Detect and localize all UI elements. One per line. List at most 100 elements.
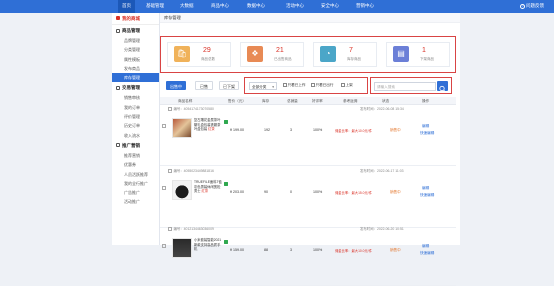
edit-link[interactable]: 编辑 — [422, 124, 429, 129]
price-cell: ¥ 203.00 — [230, 190, 244, 194]
stat-label: 库存商品 — [347, 57, 361, 61]
nav-marketing[interactable]: 营销中心 — [356, 3, 374, 9]
sidebar-shop[interactable]: 我的商城 — [112, 13, 159, 25]
check-shelf[interactable]: 上架 — [341, 83, 353, 88]
checkbox[interactable] — [168, 107, 172, 111]
stats-panel: 🛍 29 商品总数 ❖ 21 已出售商品 ◔ 7 库存商品 ▤ 1 下架商品 — [160, 36, 456, 73]
row-code: 编号：4055023449881816 — [173, 169, 214, 173]
tab-sold[interactable]: 已售 — [195, 81, 213, 90]
status-cell: 销售中 — [390, 190, 401, 194]
question-icon: ? — [520, 4, 525, 9]
help-link[interactable]: ? 问题反馈 — [520, 3, 544, 9]
sidebar-item-activity-promo[interactable]: 活动推广 — [112, 197, 159, 206]
nav-home[interactable]: 首页 — [118, 0, 135, 13]
sidebar-item-orders[interactable]: 我的订单 — [112, 103, 159, 112]
sidebar-item-attribute[interactable]: 属性模板 — [112, 55, 159, 64]
product-name[interactable]: TRUEFILE面料T恤灰色男装休闲宽松男士 红茶 — [194, 180, 222, 194]
checkbox[interactable] — [283, 83, 287, 87]
price-cell: ¥ 199.00 — [230, 128, 244, 132]
sidebar-group-trade[interactable]: 交易管理 — [112, 82, 159, 93]
sidebar-item-reviews[interactable]: 评价管理 — [112, 112, 159, 121]
check-onshelf[interactable]: 只看已上作 — [283, 83, 305, 88]
sidebar-item-coupon[interactable]: 优惠券 — [112, 160, 159, 169]
row-checkbox[interactable] — [162, 186, 166, 190]
quick-edit-link[interactable]: 快速编辑 — [420, 251, 434, 256]
doc-icon: ▤ — [393, 46, 409, 62]
sidebar-shop-label: 我的商城 — [122, 16, 140, 21]
checkbox[interactable] — [341, 83, 345, 87]
search-button[interactable] — [437, 81, 448, 92]
sidebar-group-product[interactable]: 商品管理 — [112, 25, 159, 36]
status-cell: 销售中 — [390, 248, 401, 252]
nav-basic[interactable]: 基础管理 — [146, 3, 164, 9]
checkbox[interactable] — [168, 169, 172, 173]
stat-label: 下架商品 — [420, 57, 434, 61]
check-label: 只看已出行 — [315, 83, 334, 87]
shop-icon — [116, 16, 120, 20]
col-price: 售价（元） — [228, 98, 246, 103]
quick-edit-link[interactable]: 快速编辑 — [420, 193, 434, 198]
row-group-head: 编号：4054174173070580 — [168, 106, 214, 111]
category-select[interactable]: 全部分类 ▾ — [249, 82, 277, 90]
product-thumbnail[interactable] — [172, 118, 192, 138]
stat-value: 29 — [203, 47, 211, 54]
stat-card-sold[interactable]: ❖ 21 已出售商品 — [240, 42, 304, 67]
checkbox[interactable] — [311, 83, 315, 87]
product-thumbnail[interactable] — [172, 238, 192, 258]
sidebar: 我的商城 商品管理 品牌管理 分类管理 属性模板 发布商品 库存管理 交易管理 … — [112, 13, 160, 245]
sidebar-item-sales-review[interactable]: 销售审核 — [112, 93, 159, 102]
sidebar-item-inventory[interactable]: 库存管理 — [112, 73, 159, 83]
col-rebate: 参考返佣 — [343, 98, 358, 103]
checkbox[interactable] — [168, 227, 172, 231]
nav-data[interactable]: 数据中心 — [247, 3, 265, 9]
search-icon — [439, 85, 446, 92]
row-date: 发布时间：2022-06-20 10:51 — [360, 227, 404, 231]
sidebar-item-income[interactable]: 收入流水 — [112, 131, 159, 140]
stock-cell: 90 — [264, 190, 268, 194]
rate-cell: 100% — [313, 190, 323, 194]
nav-bigdata[interactable]: 大数据 — [180, 3, 194, 9]
stat-card-offshelf[interactable]: ▤ 1 下架商品 — [386, 42, 450, 67]
green-tag-icon — [224, 120, 228, 124]
group-title: 商品管理 — [122, 28, 140, 33]
sold-cell: 3 — [290, 128, 292, 132]
sidebar-item-my-promo[interactable]: 我的全行推广 — [112, 179, 159, 188]
row-checkbox[interactable] — [162, 124, 166, 128]
search-input[interactable]: 请输入搜索 — [374, 82, 436, 91]
tag-icon: ❖ — [247, 46, 263, 62]
tab-on-sale[interactable]: 出售中 — [166, 81, 186, 90]
check-outgoing[interactable]: 只看已出行 — [311, 83, 333, 88]
check-label: 上架 — [345, 83, 353, 87]
col-ops: 操作 — [422, 98, 430, 103]
cart-icon — [116, 85, 120, 90]
stat-card-stock[interactable]: ◔ 7 库存商品 — [313, 42, 377, 67]
sidebar-item-category[interactable]: 分类管理 — [112, 45, 159, 54]
stat-label: 已出售商品 — [274, 57, 292, 61]
sidebar-item-history[interactable]: 历史订单 — [112, 121, 159, 130]
status-cell: 销售中 — [390, 128, 401, 132]
sidebar-item-publish[interactable]: 发布商品 — [112, 64, 159, 73]
breadcrumb: 库存管理 — [160, 13, 460, 23]
table-row: 复古雕花金属茶叶罐礼盒包装铁罐茶叶盒包装 红茶 ¥ 199.00 192 3 1… — [160, 112, 456, 166]
sidebar-item-brand[interactable]: 品牌管理 — [112, 36, 159, 45]
table-row: TRUEFILE面料T恤灰色男装休闲宽松男士 红茶 ¥ 203.00 90 0 … — [160, 174, 456, 228]
nav-security[interactable]: 安全中心 — [321, 3, 339, 9]
row-date: 发布时间：2022-06-17 11:03 — [360, 169, 404, 173]
sidebar-item-active-recommend[interactable]: 人员活跃推荐 — [112, 170, 159, 179]
product-thumbnail[interactable] — [172, 180, 192, 200]
rebate-cell: 佣金比率：最大10.0元/件 — [335, 129, 373, 133]
quick-edit-link[interactable]: 快速编辑 — [420, 131, 434, 136]
sidebar-item-recommend[interactable]: 推荐营销 — [112, 151, 159, 160]
product-name[interactable]: 复古雕花金属茶叶罐礼盒包装铁罐茶叶盒包装 红茶 — [194, 118, 222, 132]
sidebar-group-promo[interactable]: 推广营销 — [112, 140, 159, 151]
edit-link[interactable]: 编辑 — [422, 186, 429, 191]
rebate-cell: 佣金比率：最大10.0元/件 — [335, 249, 373, 253]
stat-card-total[interactable]: 🛍 29 商品总数 — [167, 42, 231, 67]
stat-value: 21 — [276, 47, 284, 54]
stock-cell: 88 — [264, 248, 268, 252]
tab-off-shelf[interactable]: 已下架 — [219, 81, 239, 90]
nav-activity[interactable]: 活动中心 — [286, 3, 304, 9]
col-rate: 好评率 — [312, 98, 323, 103]
nav-product[interactable]: 商品中心 — [211, 3, 229, 9]
sidebar-item-ads[interactable]: 广告推广 — [112, 188, 159, 197]
